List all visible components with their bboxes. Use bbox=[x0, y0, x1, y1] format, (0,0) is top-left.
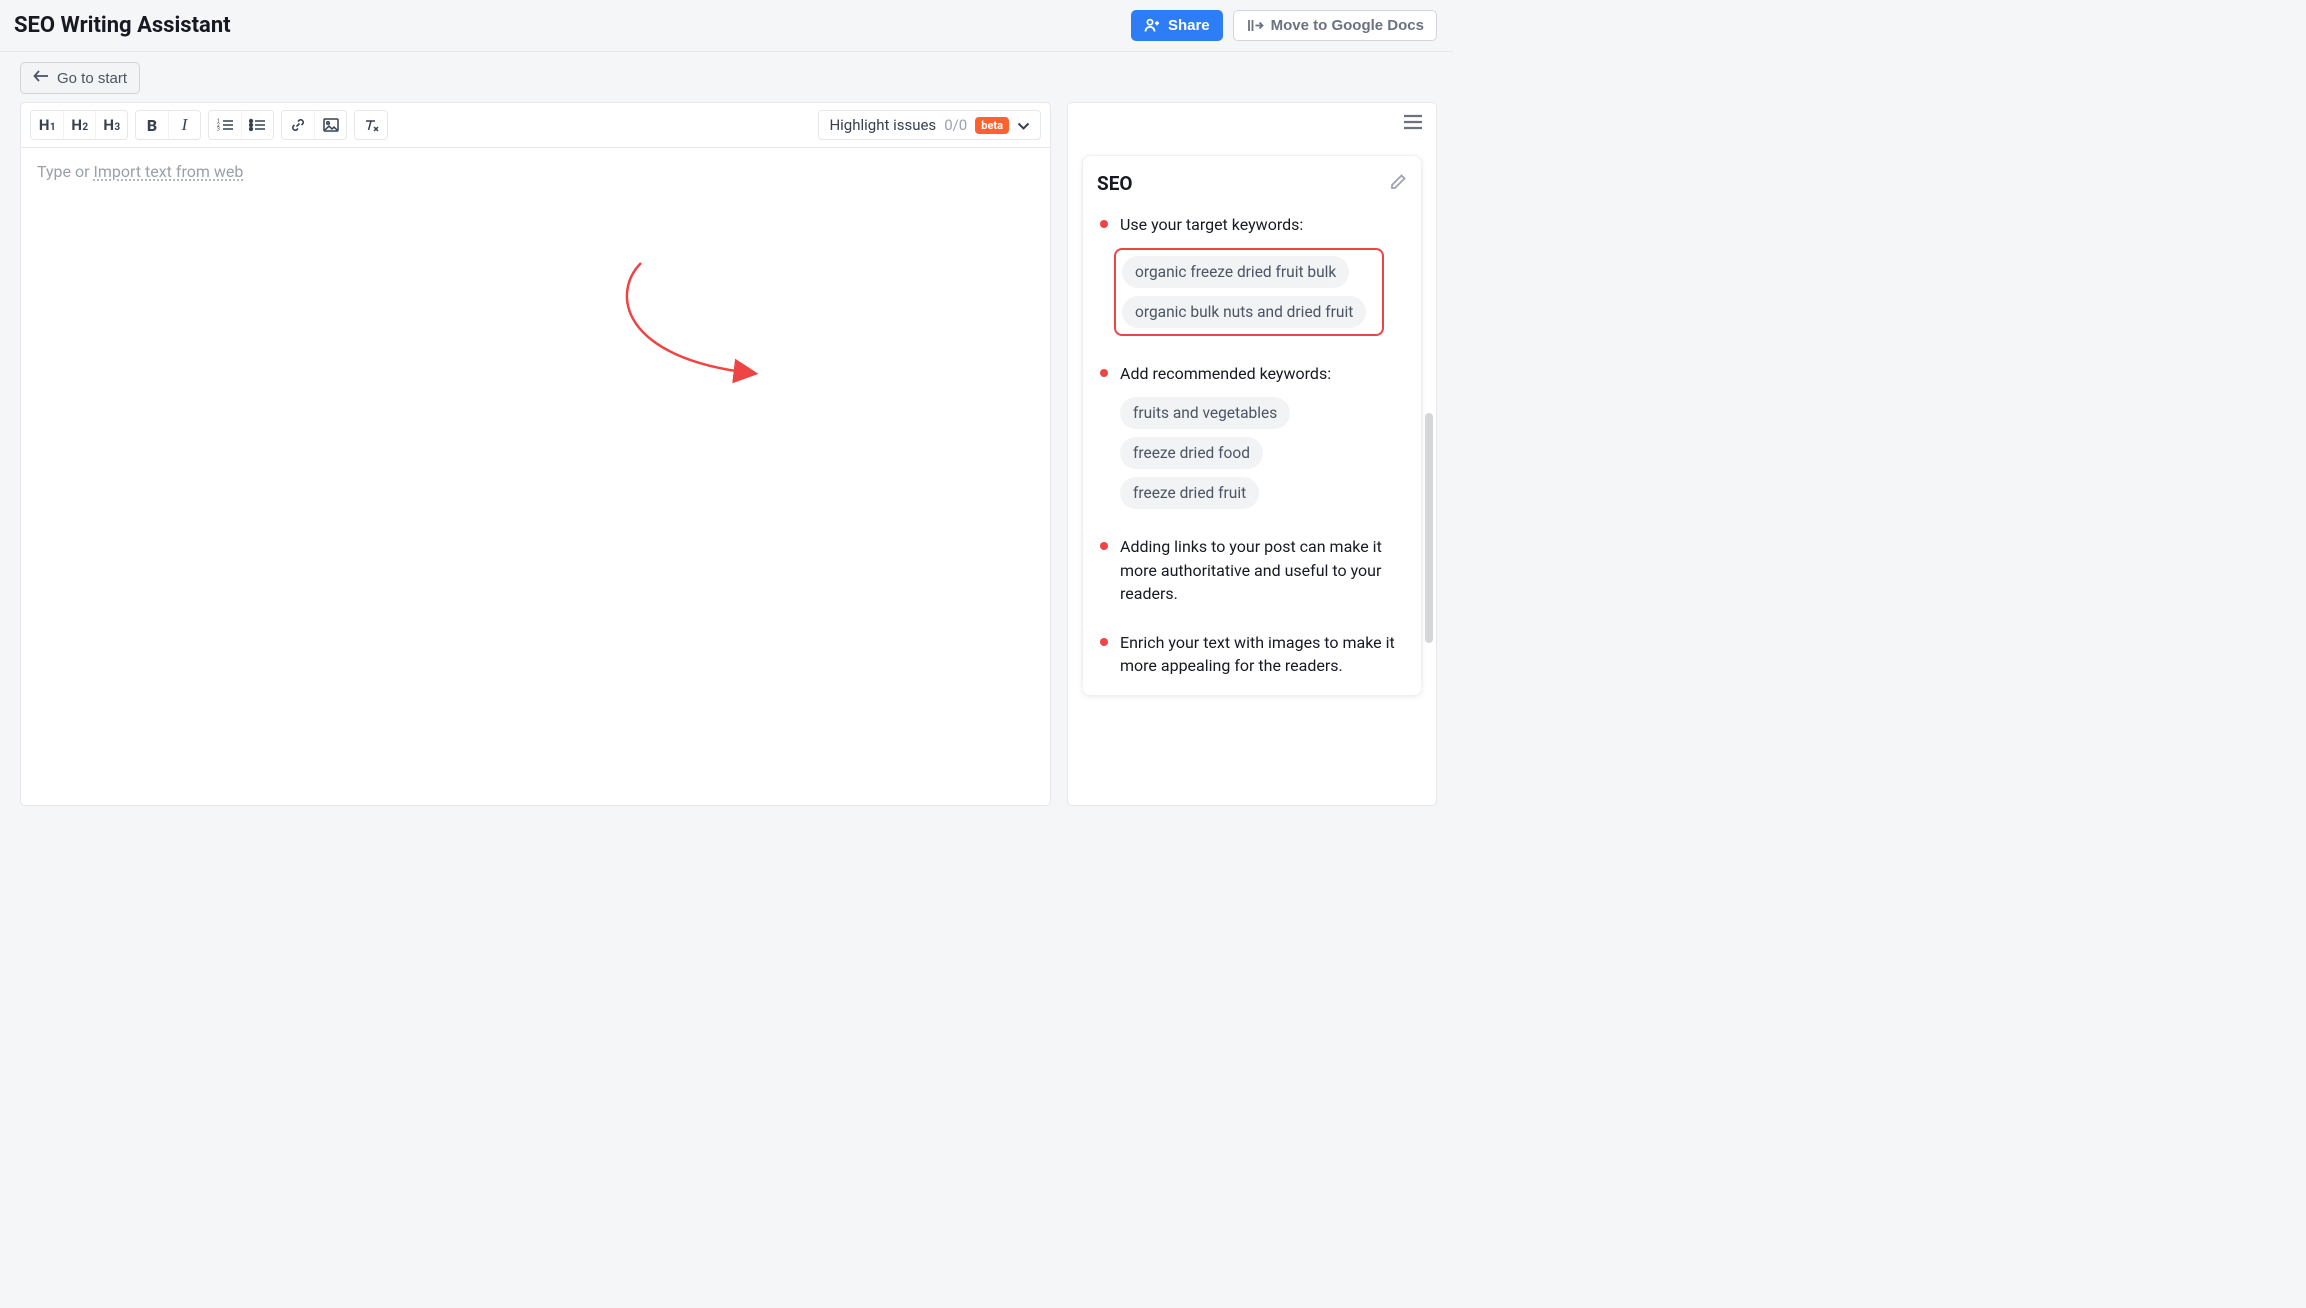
link-button[interactable] bbox=[282, 111, 314, 139]
highlight-issues-label: Highlight issues bbox=[829, 116, 936, 134]
recommendation-item: Adding links to your post can make it mo… bbox=[1097, 535, 1407, 605]
recommendation-text: Add recommended keywords: bbox=[1120, 362, 1407, 385]
export-icon bbox=[1246, 18, 1264, 33]
svg-text:3: 3 bbox=[217, 127, 220, 133]
keyword-chip[interactable]: organic bulk nuts and dried fruit bbox=[1122, 296, 1366, 328]
chevron-down-icon bbox=[1017, 116, 1030, 134]
editor-textarea[interactable]: Type or Import text from web bbox=[21, 148, 1050, 805]
recommendation-text: Use your target keywords: bbox=[1120, 213, 1407, 236]
highlight-issues-dropdown[interactable]: Highlight issues 0/0 beta bbox=[818, 110, 1041, 140]
keyword-chip[interactable]: freeze dried food bbox=[1120, 437, 1263, 469]
recommendation-text: Enrich your text with images to make it … bbox=[1120, 631, 1407, 677]
person-add-icon bbox=[1144, 18, 1161, 33]
share-label: Share bbox=[1168, 17, 1210, 34]
keyword-chip[interactable]: fruits and vegetables bbox=[1120, 397, 1290, 429]
page-title: SEO Writing Assistant bbox=[14, 13, 231, 38]
edit-icon[interactable] bbox=[1389, 173, 1407, 195]
heading2-button[interactable]: H2 bbox=[63, 111, 95, 139]
target-keywords-group: organic freeze dried fruit bulk organic b… bbox=[1114, 248, 1384, 336]
beta-badge: beta bbox=[975, 117, 1009, 134]
italic-button[interactable]: I bbox=[168, 111, 200, 139]
go-to-start-label: Go to start bbox=[57, 70, 127, 87]
status-dot bbox=[1100, 542, 1108, 550]
editor-toolbar: H1 H2 H3 B I 1 2 3 bbox=[21, 103, 1050, 148]
ordered-list-button[interactable]: 1 2 3 bbox=[209, 111, 241, 139]
recommendation-item: Use your target keywords: organic freeze … bbox=[1097, 213, 1407, 336]
recommendation-item: Add recommended keywords: fruits and vege… bbox=[1097, 362, 1407, 509]
recommended-keywords-group: fruits and vegetables freeze dried food fr… bbox=[1120, 397, 1407, 509]
arrow-left-icon bbox=[33, 69, 49, 87]
keyword-chip[interactable]: organic freeze dried fruit bulk bbox=[1122, 256, 1349, 288]
heading1-button[interactable]: H1 bbox=[31, 111, 63, 139]
move-to-docs-label: Move to Google Docs bbox=[1271, 17, 1424, 34]
move-to-docs-button[interactable]: Move to Google Docs bbox=[1233, 10, 1437, 41]
editor-panel: H1 H2 H3 B I 1 2 3 bbox=[20, 102, 1051, 806]
seo-card: SEO Use your target keywords: organic fre… bbox=[1082, 155, 1422, 696]
hamburger-icon[interactable] bbox=[1402, 113, 1424, 135]
keyword-chip[interactable]: freeze dried fruit bbox=[1120, 477, 1259, 509]
recommendations-panel: SEO Use your target keywords: organic fre… bbox=[1067, 102, 1437, 806]
highlight-issues-count: 0/0 bbox=[944, 116, 967, 134]
go-to-start-button[interactable]: Go to start bbox=[20, 62, 140, 94]
recommendation-item: Enrich your text with images to make it … bbox=[1097, 631, 1407, 677]
image-button[interactable] bbox=[314, 111, 346, 139]
status-dot bbox=[1100, 369, 1108, 377]
clear-formatting-button[interactable] bbox=[355, 111, 387, 139]
scrollbar[interactable] bbox=[1425, 413, 1433, 643]
import-text-link[interactable]: Import text from web bbox=[94, 162, 244, 181]
bold-button[interactable]: B bbox=[136, 111, 168, 139]
share-button[interactable]: Share bbox=[1131, 10, 1223, 41]
status-dot bbox=[1100, 220, 1108, 228]
unordered-list-button[interactable] bbox=[241, 111, 273, 139]
status-dot bbox=[1100, 638, 1108, 646]
heading3-button[interactable]: H3 bbox=[95, 111, 127, 139]
recommendation-text: Adding links to your post can make it mo… bbox=[1120, 535, 1407, 605]
seo-card-title: SEO bbox=[1097, 172, 1133, 195]
editor-placeholder: Type or Import text from web bbox=[37, 162, 243, 181]
